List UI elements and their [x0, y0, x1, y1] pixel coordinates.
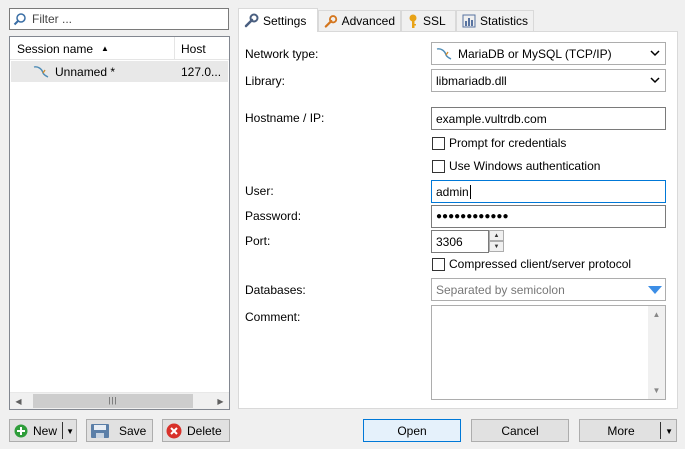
search-icon	[10, 9, 30, 29]
databases-input[interactable]: Separated by semicolon	[431, 278, 666, 301]
horizontal-scrollbar[interactable]: ◀ ||| ▶	[10, 392, 229, 409]
more-dropdown-icon[interactable]: ▼	[665, 427, 673, 436]
session-host: 127.0...	[181, 64, 222, 79]
more-button[interactable]: More ▼	[579, 419, 677, 442]
scroll-up-icon[interactable]: ▲	[648, 306, 665, 323]
key-icon	[409, 14, 417, 28]
comment-label: Comment:	[245, 310, 301, 324]
scroll-down-icon[interactable]: ▼	[648, 382, 665, 399]
comment-vertical-scrollbar[interactable]: ▲ ▼	[648, 306, 665, 399]
open-button-label: Open	[397, 423, 427, 438]
tab-advanced[interactable]: Advanced	[318, 10, 401, 31]
port-spinner[interactable]: ▲ ▼	[489, 230, 504, 252]
spin-down-icon[interactable]: ▼	[489, 241, 504, 252]
new-dropdown-icon[interactable]: ▼	[66, 427, 74, 436]
password-value: ●●●●●●●●●●●●	[436, 211, 509, 222]
hostname-label: Hostname / IP:	[245, 111, 325, 125]
save-button[interactable]: Save	[86, 419, 153, 442]
scroll-left-icon[interactable]: ◀	[10, 393, 27, 410]
tab-settings-label: Settings	[263, 13, 307, 28]
scroll-right-icon[interactable]: ▶	[212, 393, 229, 410]
column-session-name-label: Session name	[17, 41, 94, 56]
windows-auth-checkbox[interactable]: Use Windows authentication	[432, 159, 600, 173]
checkbox-box[interactable]	[432, 136, 445, 150]
filter-input[interactable]	[30, 12, 220, 26]
port-value: 3306	[436, 234, 463, 249]
column-host-label: Host	[181, 41, 206, 56]
comment-textarea[interactable]: ▲ ▼	[431, 305, 666, 400]
more-button-label: More	[607, 423, 635, 438]
session-list-header: Session name ▲ Host	[10, 37, 229, 60]
session-name: Unnamed *	[55, 64, 116, 79]
mysql-dolphin-icon	[436, 47, 452, 60]
cancel-button[interactable]: Cancel	[471, 419, 569, 442]
mysql-dolphin-icon	[33, 65, 49, 78]
password-label: Password:	[245, 209, 302, 223]
chevron-down-icon	[650, 77, 660, 84]
port-input[interactable]: 3306	[431, 230, 489, 253]
dropdown-arrow-icon[interactable]	[648, 285, 662, 295]
tab-statistics-label: Statistics	[479, 14, 528, 28]
checkbox-box[interactable]	[432, 159, 445, 173]
floppy-disk-icon	[91, 423, 109, 438]
library-label: Library:	[245, 74, 286, 88]
tab-ssl[interactable]: SSL	[401, 10, 456, 31]
wrench-orange-icon	[324, 14, 338, 28]
prompt-credentials-checkbox[interactable]: Prompt for credentials	[432, 136, 566, 150]
spin-up-icon[interactable]: ▲	[489, 230, 504, 241]
open-button[interactable]: Open	[363, 419, 461, 442]
hostname-input[interactable]: example.vultrdb.com	[431, 107, 666, 130]
tab-advanced-label: Advanced	[341, 14, 395, 28]
databases-label: Databases:	[245, 283, 306, 297]
library-value: libmariadb.dll	[436, 73, 507, 88]
wrench-icon	[244, 13, 259, 28]
new-button[interactable]: New ▼	[9, 419, 77, 442]
session-row[interactable]: Unnamed * 127.0...	[11, 61, 228, 82]
checkbox-box[interactable]	[432, 257, 445, 271]
delete-button[interactable]: Delete	[162, 419, 230, 442]
hostname-value: example.vultrdb.com	[436, 111, 547, 126]
bar-chart-icon	[462, 14, 476, 28]
user-label: User:	[245, 184, 274, 198]
tab-ssl-label: SSL	[423, 14, 446, 28]
tab-statistics[interactable]: Statistics	[456, 10, 534, 31]
tab-settings[interactable]: Settings	[238, 8, 318, 32]
password-input[interactable]: ●●●●●●●●●●●●	[431, 205, 666, 228]
plus-circle-icon	[14, 424, 28, 437]
windows-auth-label: Use Windows authentication	[449, 159, 601, 173]
library-select[interactable]: libmariadb.dll	[431, 69, 666, 92]
user-input[interactable]: admin	[431, 180, 666, 203]
network-type-select[interactable]: MariaDB or MySQL (TCP/IP)	[431, 42, 666, 65]
databases-placeholder: Separated by semicolon	[436, 282, 565, 297]
prompt-credentials-label: Prompt for credentials	[449, 136, 567, 150]
delete-circle-icon	[166, 423, 182, 438]
sort-ascending-icon: ▲	[101, 44, 109, 53]
text-caret	[469, 184, 471, 199]
column-session-name[interactable]: Session name ▲	[10, 37, 175, 60]
chevron-down-icon	[650, 50, 660, 57]
compressed-protocol-checkbox[interactable]: Compressed client/server protocol	[432, 257, 631, 271]
delete-button-label: Delete	[187, 423, 222, 438]
cancel-button-label: Cancel	[501, 423, 539, 438]
user-value: admin	[436, 184, 469, 199]
port-label: Port:	[245, 234, 271, 248]
column-host[interactable]: Host	[175, 37, 229, 60]
network-type-label: Network type:	[245, 47, 319, 61]
network-type-value: MariaDB or MySQL (TCP/IP)	[458, 46, 612, 61]
session-list[interactable]: Session name ▲ Host Unnamed * 127.0... ◀…	[9, 36, 230, 410]
scroll-thumb[interactable]: |||	[33, 393, 193, 408]
filter-box[interactable]	[9, 8, 229, 30]
new-button-label: New	[33, 423, 58, 438]
save-button-label: Save	[119, 423, 147, 438]
compressed-protocol-label: Compressed client/server protocol	[449, 257, 632, 271]
